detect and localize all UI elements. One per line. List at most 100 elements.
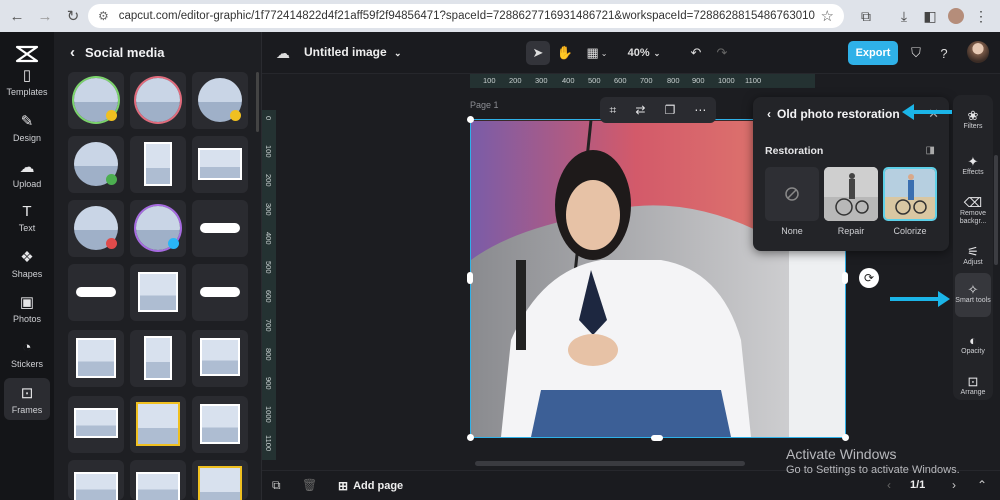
tool-arrange[interactable]: ⊡ Arrange: [955, 365, 991, 409]
user-avatar[interactable]: [967, 41, 989, 63]
rail-item-design[interactable]: ✎ Design: [4, 106, 50, 148]
arrange-icon: ⊡: [967, 373, 979, 389]
tool-remove-background[interactable]: ⌫ Remove backgr...: [955, 190, 991, 234]
expand-icon[interactable]: ⌃: [977, 478, 987, 492]
horizontal-scrollbar[interactable]: [475, 461, 745, 466]
add-page-button[interactable]: ⊞ Add page: [338, 479, 403, 493]
restore-option-colorize[interactable]: [883, 167, 937, 221]
pages-icon[interactable]: ⧉: [272, 478, 281, 493]
rail-item-stickers[interactable]: ◔ Stickers: [4, 333, 50, 375]
editor-topbar: ☁ Untitled image ⌄ ➤ ✋ ▦ ⌄ 40% ⌄ ↶ ↷ Expor…: [262, 32, 1000, 74]
frame-thumbnail[interactable]: [68, 330, 124, 387]
frame-thumbnail[interactable]: [192, 136, 248, 193]
back-chevron-icon[interactable]: ‹: [70, 44, 75, 61]
compare-icon[interactable]: ◨: [926, 145, 935, 156]
shield-icon[interactable]: ⛉: [906, 41, 926, 65]
frame-thumbnail[interactable]: [68, 396, 124, 453]
extensions-icon[interactable]: ⧉: [855, 5, 877, 27]
rail-item-frames[interactable]: ⊡ Frames: [4, 378, 50, 420]
profile-avatar-icon[interactable]: [945, 5, 967, 27]
frame-thumbnail[interactable]: [192, 396, 248, 453]
resize-handle[interactable]: [842, 434, 849, 441]
back-arrow-icon[interactable]: ←: [6, 5, 28, 27]
frame-thumbnail[interactable]: [192, 72, 248, 129]
frame-thumbnail[interactable]: [68, 136, 124, 193]
document-title[interactable]: Untitled image ⌄: [304, 45, 402, 59]
resize-handle[interactable]: [467, 116, 474, 123]
frame-thumbnail[interactable]: [130, 200, 186, 257]
ruler-tick: 200: [264, 174, 273, 187]
back-chevron-icon[interactable]: ‹: [767, 107, 771, 121]
cloud-save-icon[interactable]: ☁: [276, 45, 290, 62]
tool-label: Smart tools: [955, 296, 991, 304]
restore-option-none[interactable]: [765, 167, 819, 221]
undo-icon[interactable]: ↶: [686, 41, 706, 65]
frame-thumbnail[interactable]: [130, 396, 186, 453]
left-rail: ▯ Templates ✎ Design ☁ Upload T Text ❖ Shapes ▣ Pho…: [0, 32, 54, 500]
frame-thumbnail[interactable]: [192, 200, 248, 257]
rail-item-shapes[interactable]: ❖ Shapes: [4, 242, 50, 284]
rail-item-photos[interactable]: ▣ Photos: [4, 287, 50, 329]
frame-thumbnail[interactable]: [130, 72, 186, 129]
flip-icon[interactable]: ⇄: [635, 103, 645, 117]
layout-grid-icon[interactable]: ▦ ⌄: [582, 41, 612, 65]
sidebar-toggle-icon[interactable]: ◧: [919, 5, 941, 27]
download-icon[interactable]: ⤓: [893, 5, 915, 27]
frame-thumbnail[interactable]: [130, 460, 186, 500]
frame-thumbnail[interactable]: [192, 264, 248, 321]
browser-toolbar: ← → ↻ ⚙ capcut.com/editor-graphic/1f7724…: [0, 0, 1000, 32]
tool-smart-tools[interactable]: ✧ Smart tools: [955, 273, 991, 317]
select-pointer-icon[interactable]: ➤: [526, 41, 550, 65]
frame-thumbnail[interactable]: [68, 200, 124, 257]
tool-effects[interactable]: ✦ Effects: [955, 145, 991, 189]
next-page-icon[interactable]: ›: [952, 478, 956, 492]
right-scrollbar[interactable]: [994, 155, 998, 265]
ruler-tick: 1000: [718, 76, 735, 85]
duplicate-icon[interactable]: ❐: [665, 103, 676, 117]
option-label: Colorize: [893, 226, 927, 236]
frame-thumbnail[interactable]: [68, 264, 124, 321]
close-icon[interactable]: ✕: [928, 106, 939, 122]
resize-handle[interactable]: [842, 272, 848, 284]
frame-thumbnail[interactable]: [130, 264, 186, 321]
forward-arrow-icon[interactable]: →: [34, 5, 56, 27]
frame-thumbnail[interactable]: [68, 72, 124, 129]
ruler-tick: 400: [264, 232, 273, 245]
add-page-icon: ⊞: [338, 479, 349, 493]
rotate-icon[interactable]: ⟳: [859, 268, 879, 288]
site-info-icon[interactable]: ⚙: [98, 9, 109, 23]
hand-pan-icon[interactable]: ✋: [554, 41, 576, 65]
prev-page-icon[interactable]: ‹: [887, 478, 891, 492]
restore-option-repair[interactable]: [824, 167, 878, 221]
resize-handle[interactable]: [651, 435, 663, 441]
frame-thumbnail[interactable]: [192, 330, 248, 387]
browser-menu-icon[interactable]: ⋮: [970, 5, 992, 27]
redo-icon[interactable]: ↷: [712, 41, 732, 65]
panel-scrollbar[interactable]: [256, 72, 259, 132]
rail-item-label: Text: [18, 223, 36, 233]
crop-icon[interactable]: ⌗: [610, 103, 617, 118]
frame-thumbnail[interactable]: [68, 460, 124, 500]
rail-item-upload[interactable]: ☁ Upload: [4, 152, 50, 194]
resize-handle[interactable]: [467, 434, 474, 441]
ruler-tick: 900: [692, 76, 705, 85]
frame-thumbnail[interactable]: [130, 136, 186, 193]
tool-filters[interactable]: ❀ Filters: [955, 99, 991, 143]
more-options-icon[interactable]: ⋯: [694, 103, 706, 117]
rail-item-text[interactable]: T Text: [4, 197, 50, 239]
help-icon[interactable]: ?: [934, 41, 954, 65]
export-button[interactable]: Export: [848, 41, 898, 65]
delete-icon[interactable]: 🗑: [302, 478, 317, 492]
frame-thumbnail[interactable]: [130, 330, 186, 387]
rail-item-templates[interactable]: ▯ Templates: [4, 60, 50, 102]
reload-icon[interactable]: ↻: [62, 5, 84, 27]
address-bar[interactable]: ⚙ capcut.com/editor-graphic/1f772414822d…: [88, 4, 844, 28]
ruler-tick: 500: [264, 261, 273, 274]
zoom-select[interactable]: 40% ⌄: [622, 41, 666, 65]
restoration-header[interactable]: ‹ Old photo restoration: [767, 107, 900, 121]
resize-handle[interactable]: [467, 272, 473, 284]
frame-thumbnail[interactable]: [192, 460, 248, 500]
tool-opacity[interactable]: ◐ Opacity: [955, 324, 991, 368]
bookmark-star-icon[interactable]: ☆: [821, 7, 834, 25]
ruler-tick: 900: [264, 377, 273, 390]
